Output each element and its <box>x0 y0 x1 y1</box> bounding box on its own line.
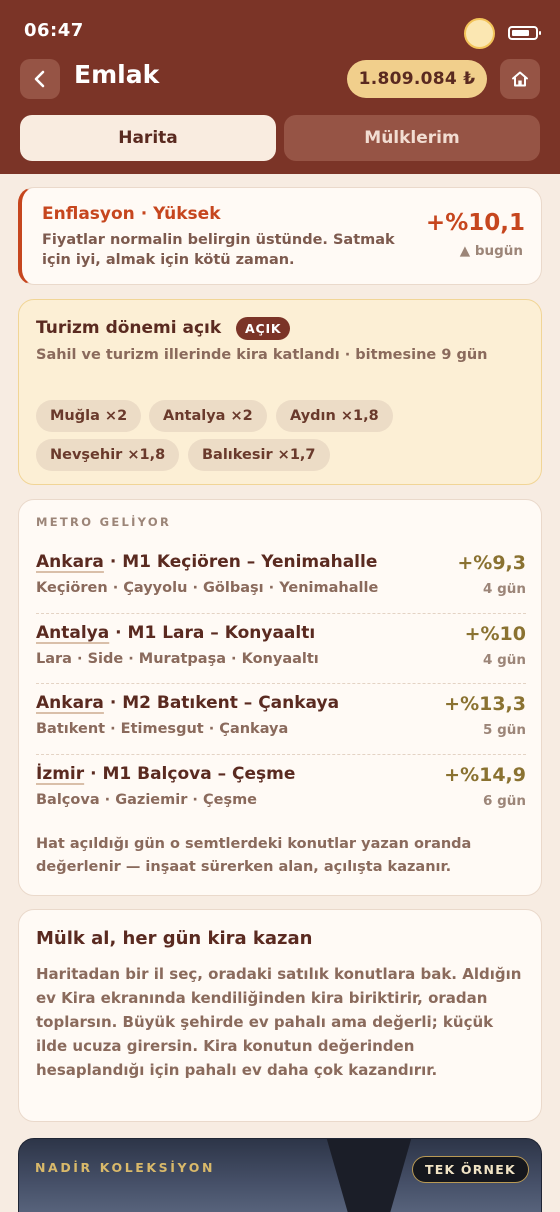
metro-percent: +%10 <box>464 623 526 645</box>
metro-city-link[interactable]: İzmir <box>36 764 84 784</box>
app-header: 06:47 Emlak 1.809.084 ₺ Harita Mülklerim <box>0 0 560 174</box>
chip-mugla[interactable]: Muğla ×2 <box>36 400 142 432</box>
inflation-value: +%10,1 <box>425 210 525 236</box>
metro-line-row[interactable]: Ankara · M2 Batıkent – Çankaya Batıkent … <box>36 683 526 753</box>
collection-badge: TEK ÖRNEK <box>412 1156 529 1183</box>
metro-line-name: İzmir · M1 Balçova – Çeşme <box>36 764 295 784</box>
inflation-card: Enflasyon · Yüksek Fiyatlar normalin bel… <box>18 187 542 285</box>
tourism-title: Turizm dönemi açık <box>36 318 222 338</box>
tourism-card: Turizm dönemi açık AÇIK Sahil ve turizm … <box>18 299 542 485</box>
balance-badge: 1.809.084 ₺ <box>347 60 487 98</box>
collection-image <box>324 1139 414 1212</box>
metro-days: 4 gün <box>483 652 526 668</box>
metro-line-name: Antalya · M1 Lara – Konyaaltı <box>36 623 315 643</box>
chevron-left-icon <box>34 70 45 88</box>
metro-line-name: Ankara · M1 Keçiören – Yenimahalle <box>36 552 377 572</box>
buy-description: Haritadan bir il seç, oradaki satılık ko… <box>36 965 522 1079</box>
metro-districts: Batıkent · Etimesgut · Çankaya <box>36 721 289 737</box>
metro-days: 6 gün <box>483 793 526 809</box>
metro-note: Hat açıldığı gün o semtlerdeki konutlar … <box>36 836 472 875</box>
metro-line-label: · M1 Lara – Konyaaltı <box>109 623 316 643</box>
metro-city-link[interactable]: Antalya <box>36 623 109 643</box>
buy-title: Mülk al, her gün kira kazan <box>36 928 313 949</box>
buy-info-card: Mülk al, her gün kira kazan Haritadan bi… <box>18 909 542 1122</box>
metro-line-row[interactable]: Antalya · M1 Lara – Konyaaltı Lara · Sid… <box>36 613 526 683</box>
metro-line-row[interactable]: Ankara · M1 Keçiören – Yenimahalle Keçiö… <box>36 543 526 613</box>
metro-line-label: · M1 Balçova – Çeşme <box>84 764 296 784</box>
metro-days: 4 gün <box>483 581 526 597</box>
page-title: Emlak <box>74 60 160 89</box>
tab-harita[interactable]: Harita <box>20 115 276 161</box>
metro-line-label: · M1 Keçiören – Yenimahalle <box>103 552 378 572</box>
sun-icon <box>464 18 495 49</box>
chip-antalya[interactable]: Antalya ×2 <box>149 400 267 432</box>
metro-line-name: Ankara · M2 Batıkent – Çankaya <box>36 693 339 713</box>
chip-nevsehir[interactable]: Nevşehir ×1,8 <box>36 439 180 471</box>
tourism-description: Sahil ve turizm illerinde kira katlandı … <box>36 347 488 363</box>
home-button[interactable] <box>500 59 540 99</box>
collection-label: NADİR KOLEKSİYON <box>35 1160 216 1175</box>
battery-icon <box>508 26 541 40</box>
status-badge: AÇIK <box>236 317 291 340</box>
metro-city-link[interactable]: Ankara <box>36 693 104 713</box>
metro-percent: +%13,3 <box>444 693 526 715</box>
metro-percent: +%9,3 <box>457 552 526 574</box>
inflation-description: Fiyatlar normalin belirgin üstünde. Satm… <box>42 232 395 268</box>
chip-aydin[interactable]: Aydın ×1,8 <box>276 400 393 432</box>
metro-percent: +%14,9 <box>444 764 526 786</box>
tab-mulklerim[interactable]: Mülklerim <box>284 115 540 161</box>
metro-districts: Balçova · Gaziemir · Çeşme <box>36 792 258 808</box>
rare-collection-banner[interactable]: NADİR KOLEKSİYON TEK ÖRNEK <box>18 1138 542 1212</box>
inflation-trend: ▲ bugün <box>459 243 523 259</box>
chip-balikesir[interactable]: Balıkesir ×1,7 <box>188 439 330 471</box>
metro-card: METRO GELİYOR Ankara · M1 Keçiören – Yen… <box>18 499 542 896</box>
back-button[interactable] <box>20 59 60 99</box>
status-time: 06:47 <box>24 20 84 41</box>
metro-days: 5 gün <box>483 722 526 738</box>
metro-city-link[interactable]: Ankara <box>36 552 104 572</box>
inflation-title: Enflasyon · Yüksek <box>42 204 221 224</box>
metro-districts: Keçiören · Çayyolu · Gölbaşı · Yenimahal… <box>36 580 379 596</box>
home-icon <box>512 71 528 87</box>
metro-section-label: METRO GELİYOR <box>36 515 172 529</box>
metro-line-label: · M2 Batıkent – Çankaya <box>103 693 340 713</box>
metro-districts: Lara · Side · Muratpaşa · Konyaaltı <box>36 651 319 667</box>
metro-line-row[interactable]: İzmir · M1 Balçova – Çeşme Balçova · Gaz… <box>36 754 526 824</box>
